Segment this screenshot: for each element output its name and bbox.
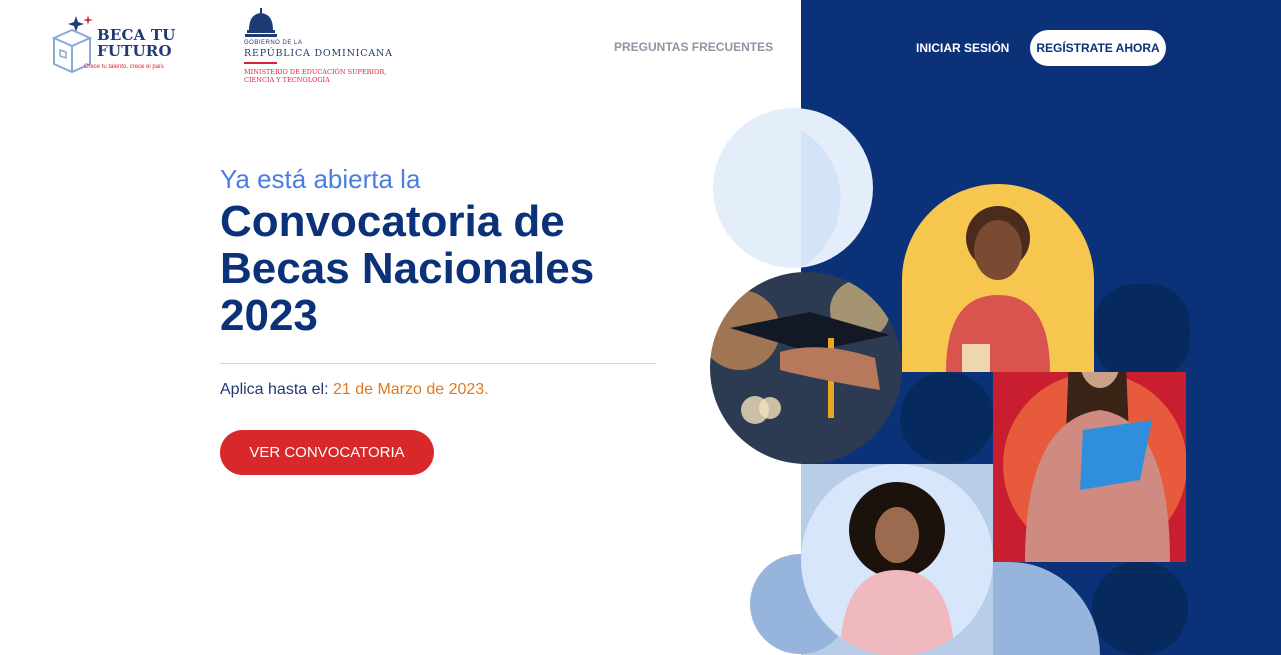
view-call-button[interactable]: VER CONVOCATORIA (220, 430, 434, 475)
student-man-photo (902, 184, 1094, 372)
photo-collage (710, 108, 1190, 655)
gov-line-big: REPÚBLICA DOMINICANA (244, 48, 393, 59)
nav-login-link[interactable]: INICIAR SESIÓN (916, 41, 1009, 55)
decorative-circle-top (713, 108, 873, 268)
gobierno-logo[interactable]: GOBIERNO DE LA REPÚBLICA DOMINICANA MINI… (244, 8, 404, 88)
decorative-block-dark (1094, 284, 1190, 380)
student-girl-photo (801, 464, 993, 655)
hero-title: Convocatoria de Becas Nacionales 2023 (220, 197, 595, 340)
brand-tagline: Crece tu talento, crece el país (84, 64, 164, 70)
gov-line-small: GOBIERNO DE LA (244, 40, 303, 46)
deadline-date: 21 de Marzo de 2023. (332, 381, 489, 398)
decorative-block-dark-3 (1092, 562, 1188, 655)
decorative-quarter-light (993, 562, 1100, 655)
decorative-block-dark-2 (900, 372, 994, 464)
deadline-label: Aplica hasta el: (220, 381, 329, 398)
gov-divider (244, 62, 277, 64)
hero-divider (220, 363, 656, 364)
register-button[interactable]: REGÍSTRATE AHORA (1030, 30, 1166, 66)
brand-name: BECA TU FUTURO (97, 26, 176, 60)
nav-faq-link[interactable]: PREGUNTAS FRECUENTES (614, 40, 773, 54)
beca-tu-futuro-logo[interactable]: BECA TU FUTURO Crece tu talento, crece e… (50, 14, 190, 78)
ministry-name: MINISTERIO DE EDUCACIÓN SUPERIOR, CIENCI… (244, 68, 387, 84)
graduation-photo (710, 272, 902, 464)
deadline-text: Aplica hasta el: 21 de Marzo de 2023. (220, 381, 489, 399)
dome-icon (245, 8, 277, 37)
hero-pretitle: Ya está abierta la (220, 164, 421, 194)
